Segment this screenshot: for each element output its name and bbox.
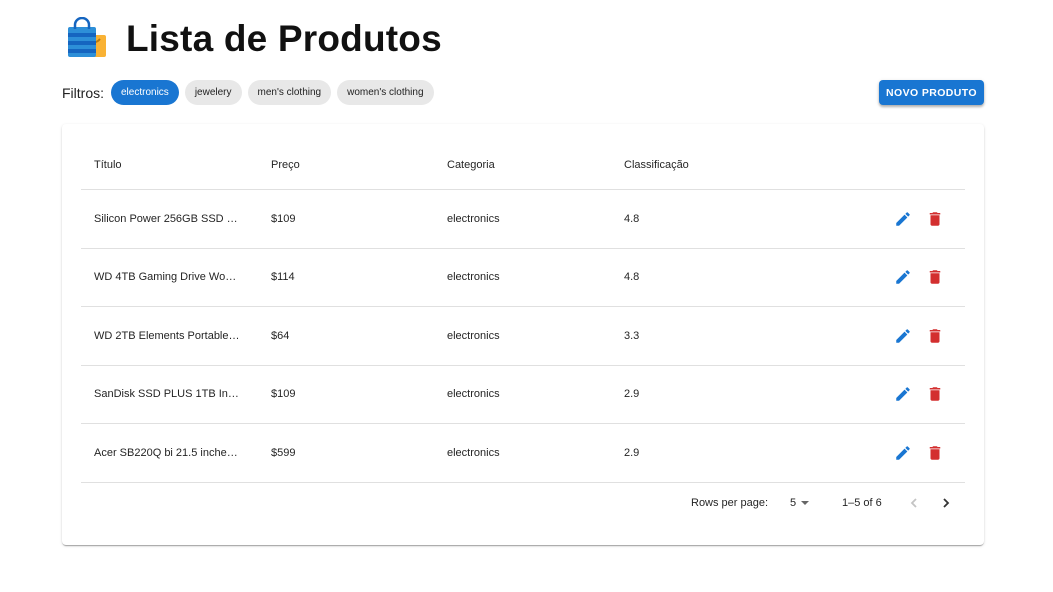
edit-button[interactable]: [891, 324, 915, 348]
rows-per-page-label: Rows per page:: [691, 497, 769, 509]
filter-chip-jewelery[interactable]: jewelery: [184, 80, 242, 105]
pencil-icon: [896, 445, 910, 460]
edit-button[interactable]: [891, 441, 915, 465]
page-title: Lista de Produtos: [126, 18, 442, 59]
row-actions: [891, 366, 951, 424]
filters-label: Filtros:: [62, 84, 104, 101]
row-actions: [891, 249, 951, 307]
rows-per-page-select[interactable]: 5: [790, 493, 810, 513]
cell-price: $64: [271, 329, 290, 342]
cell-price: $109: [271, 212, 296, 225]
cell-category: electronics: [447, 212, 500, 225]
cell-title: SanDisk SSD PLUS 1TB In…: [94, 366, 249, 424]
trash-icon: [929, 329, 941, 343]
filter-bar: Filtros: electronics jewelery men's clot…: [62, 80, 440, 105]
filter-chip-womens-clothing[interactable]: women's clothing: [337, 80, 434, 105]
row-actions: [891, 424, 951, 482]
product-title: WD 2TB Elements Portable…: [94, 329, 240, 342]
delete-button[interactable]: [923, 265, 947, 289]
rows-per-page-value: 5: [790, 497, 797, 509]
edit-button[interactable]: [891, 265, 915, 289]
trash-icon: [929, 387, 941, 401]
edit-button[interactable]: [891, 207, 915, 231]
delete-button[interactable]: [923, 441, 947, 465]
filter-chip-mens-clothing[interactable]: men's clothing: [247, 80, 332, 105]
pencil-icon: [896, 387, 910, 401]
row-actions: [891, 190, 951, 248]
trash-icon: [929, 446, 941, 460]
pagination: Rows per page: 5 1–5 of 6: [62, 484, 984, 524]
cell-title: WD 4TB Gaming Drive Wo…: [94, 249, 249, 307]
cell-rating: 4.8: [624, 212, 640, 225]
shopping-bags-icon: [68, 17, 106, 57]
cell-title: Silicon Power 256GB SSD …: [94, 190, 249, 248]
product-title: WD 4TB Gaming Drive Wo…: [94, 271, 237, 284]
cell-title: WD 2TB Elements Portable…: [94, 307, 249, 365]
product-title: Silicon Power 256GB SSD …: [94, 212, 238, 225]
table-body: Silicon Power 256GB SSD … $109 electronics…: [81, 190, 965, 483]
table-row: WD 4TB Gaming Drive Wo… $114 electronics 4.…: [81, 249, 965, 307]
cell-price: $109: [271, 388, 296, 401]
pencil-icon: [896, 328, 910, 343]
pencil-icon: [896, 211, 910, 226]
cell-rating: 3.3: [624, 329, 640, 342]
column-header-category: Categoria: [447, 159, 495, 171]
cell-price: $114: [271, 271, 295, 284]
row-actions: [891, 307, 951, 365]
delete-button[interactable]: [923, 382, 947, 406]
page-header: Lista de Produtos: [66, 16, 442, 62]
chevron-left-icon: [910, 498, 917, 508]
edit-button[interactable]: [891, 382, 915, 406]
caret-down-icon: [801, 501, 810, 505]
cell-rating: 2.9: [624, 388, 640, 401]
cell-price: $599: [271, 446, 296, 459]
products-table-card: Título Preço Categoria Classificação Sil…: [62, 124, 984, 545]
pagination-range: 1–5 of 6: [842, 497, 882, 509]
filter-chip-electronics[interactable]: electronics: [111, 80, 179, 105]
products-table: Título Preço Categoria Classificação Sil…: [81, 141, 965, 483]
chevron-right-icon: [943, 498, 950, 508]
cell-category: electronics: [447, 446, 500, 459]
pencil-icon: [896, 270, 910, 284]
previous-page-button[interactable]: [904, 492, 924, 514]
next-page-button[interactable]: [936, 492, 956, 514]
delete-button[interactable]: [923, 324, 947, 348]
column-header-title: Título: [94, 159, 122, 171]
column-header-price: Preço: [271, 159, 300, 171]
cell-category: electronics: [447, 271, 500, 284]
cell-rating: 4.8: [624, 271, 640, 284]
table-row: Silicon Power 256GB SSD … $109 electronics…: [81, 190, 965, 249]
delete-button[interactable]: [923, 207, 947, 231]
product-title: Acer SB220Q bi 21.5 inche…: [94, 446, 238, 459]
table-row: SanDisk SSD PLUS 1TB In… $109 electronics 2…: [81, 366, 965, 424]
table-row: WD 2TB Elements Portable… $64 electronics 3…: [81, 307, 965, 366]
cell-category: electronics: [447, 329, 500, 342]
product-title: SanDisk SSD PLUS 1TB In…: [94, 388, 239, 401]
trash-icon: [929, 212, 941, 226]
cell-title: Acer SB220Q bi 21.5 inche…: [94, 424, 249, 482]
table-header-row: Título Preço Categoria Classificação: [81, 141, 965, 190]
trash-icon: [929, 270, 941, 284]
column-header-rating: Classificação: [624, 159, 689, 171]
table-row: Acer SB220Q bi 21.5 inche… $599 electronic…: [81, 424, 965, 483]
cell-rating: 2.9: [624, 446, 640, 459]
cell-category: electronics: [447, 388, 500, 401]
new-product-button[interactable]: NOVO PRODUTO: [879, 80, 984, 105]
